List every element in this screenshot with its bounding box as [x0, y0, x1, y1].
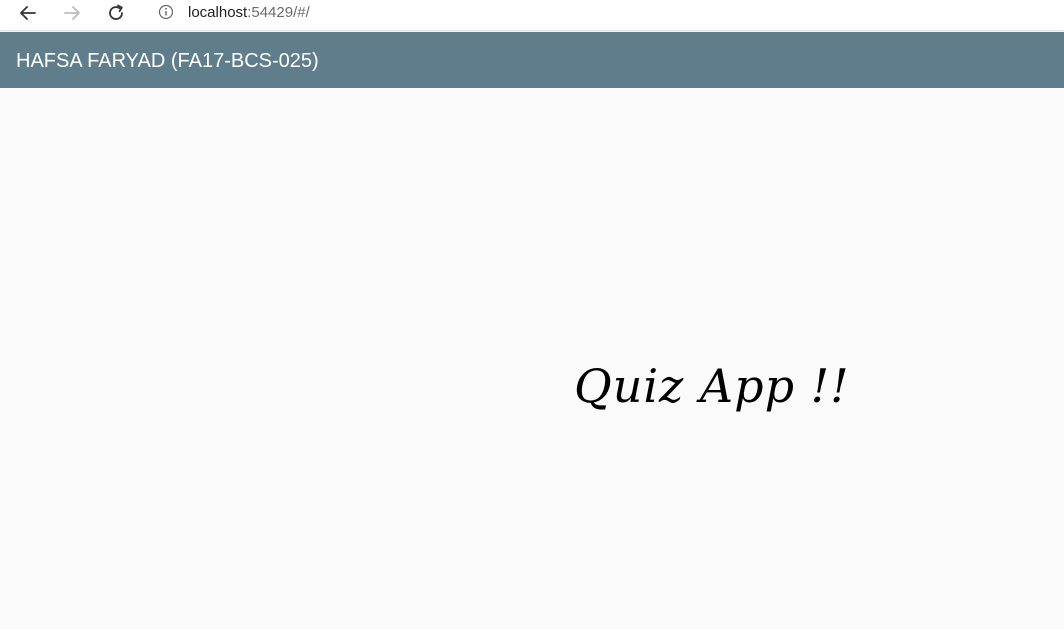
- info-icon[interactable]: [158, 4, 174, 20]
- url-path: :54429/#/: [247, 4, 310, 21]
- reload-button[interactable]: [100, 0, 132, 26]
- main-content: Quiz App !!: [0, 88, 1064, 629]
- page-heading: Quiz App !!: [574, 359, 850, 413]
- arrow-left-icon: [18, 3, 38, 23]
- back-button[interactable]: [12, 0, 44, 26]
- app-title: HAFSA FARYAD (FA17-BCS-025): [16, 50, 319, 72]
- app-bar: HAFSA FARYAD (FA17-BCS-025): [0, 32, 1064, 88]
- url-text[interactable]: localhost:54429/#/: [188, 4, 310, 22]
- url-host: localhost: [188, 4, 248, 21]
- reload-icon: [106, 3, 126, 23]
- arrow-right-icon: [62, 3, 82, 23]
- browser-toolbar: localhost:54429/#/: [0, 0, 1064, 31]
- forward-button[interactable]: [56, 0, 88, 26]
- address-bar[interactable]: localhost:54429/#/: [144, 0, 1064, 28]
